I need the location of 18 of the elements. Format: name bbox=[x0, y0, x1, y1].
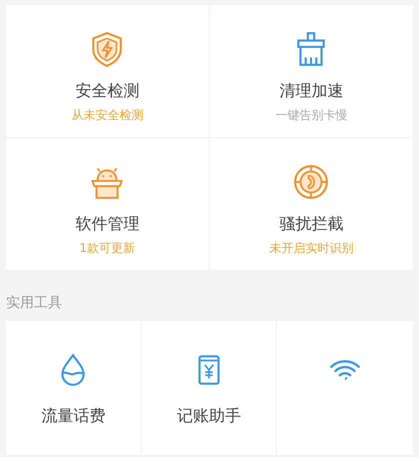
tile-status: 1款可更新 bbox=[79, 240, 136, 256]
tile-title: 软件管理 bbox=[75, 214, 140, 234]
tool-tile[interactable]: 流量话费 bbox=[6, 321, 142, 456]
tile-status: 一键告别卡慢 bbox=[275, 107, 348, 123]
tool-label: 流量话费 bbox=[41, 406, 106, 426]
tool-tile[interactable]: 记账助手 bbox=[142, 321, 278, 456]
feature-tile[interactable]: 清理加速 一键告别卡慢 bbox=[210, 5, 413, 138]
tile-title: 安全检测 bbox=[75, 81, 140, 101]
tile-title: 骚扰拦截 bbox=[279, 214, 344, 234]
feature-tile[interactable]: 安全检测 从未安全检测 bbox=[6, 5, 210, 138]
feature-tile[interactable]: 骚扰拦截 未开启实时识别 bbox=[210, 138, 413, 271]
section-heading: 实用工具 bbox=[6, 294, 63, 312]
tile-status: 从未安全检测 bbox=[71, 107, 144, 123]
tool-label: 记账助手 bbox=[176, 406, 241, 426]
target-phone-icon bbox=[292, 163, 330, 201]
tile-status: 未开启实时识别 bbox=[269, 240, 354, 256]
tile-title: 清理加速 bbox=[279, 81, 344, 101]
feature-tile[interactable]: 软件管理 1款可更新 bbox=[6, 138, 210, 271]
